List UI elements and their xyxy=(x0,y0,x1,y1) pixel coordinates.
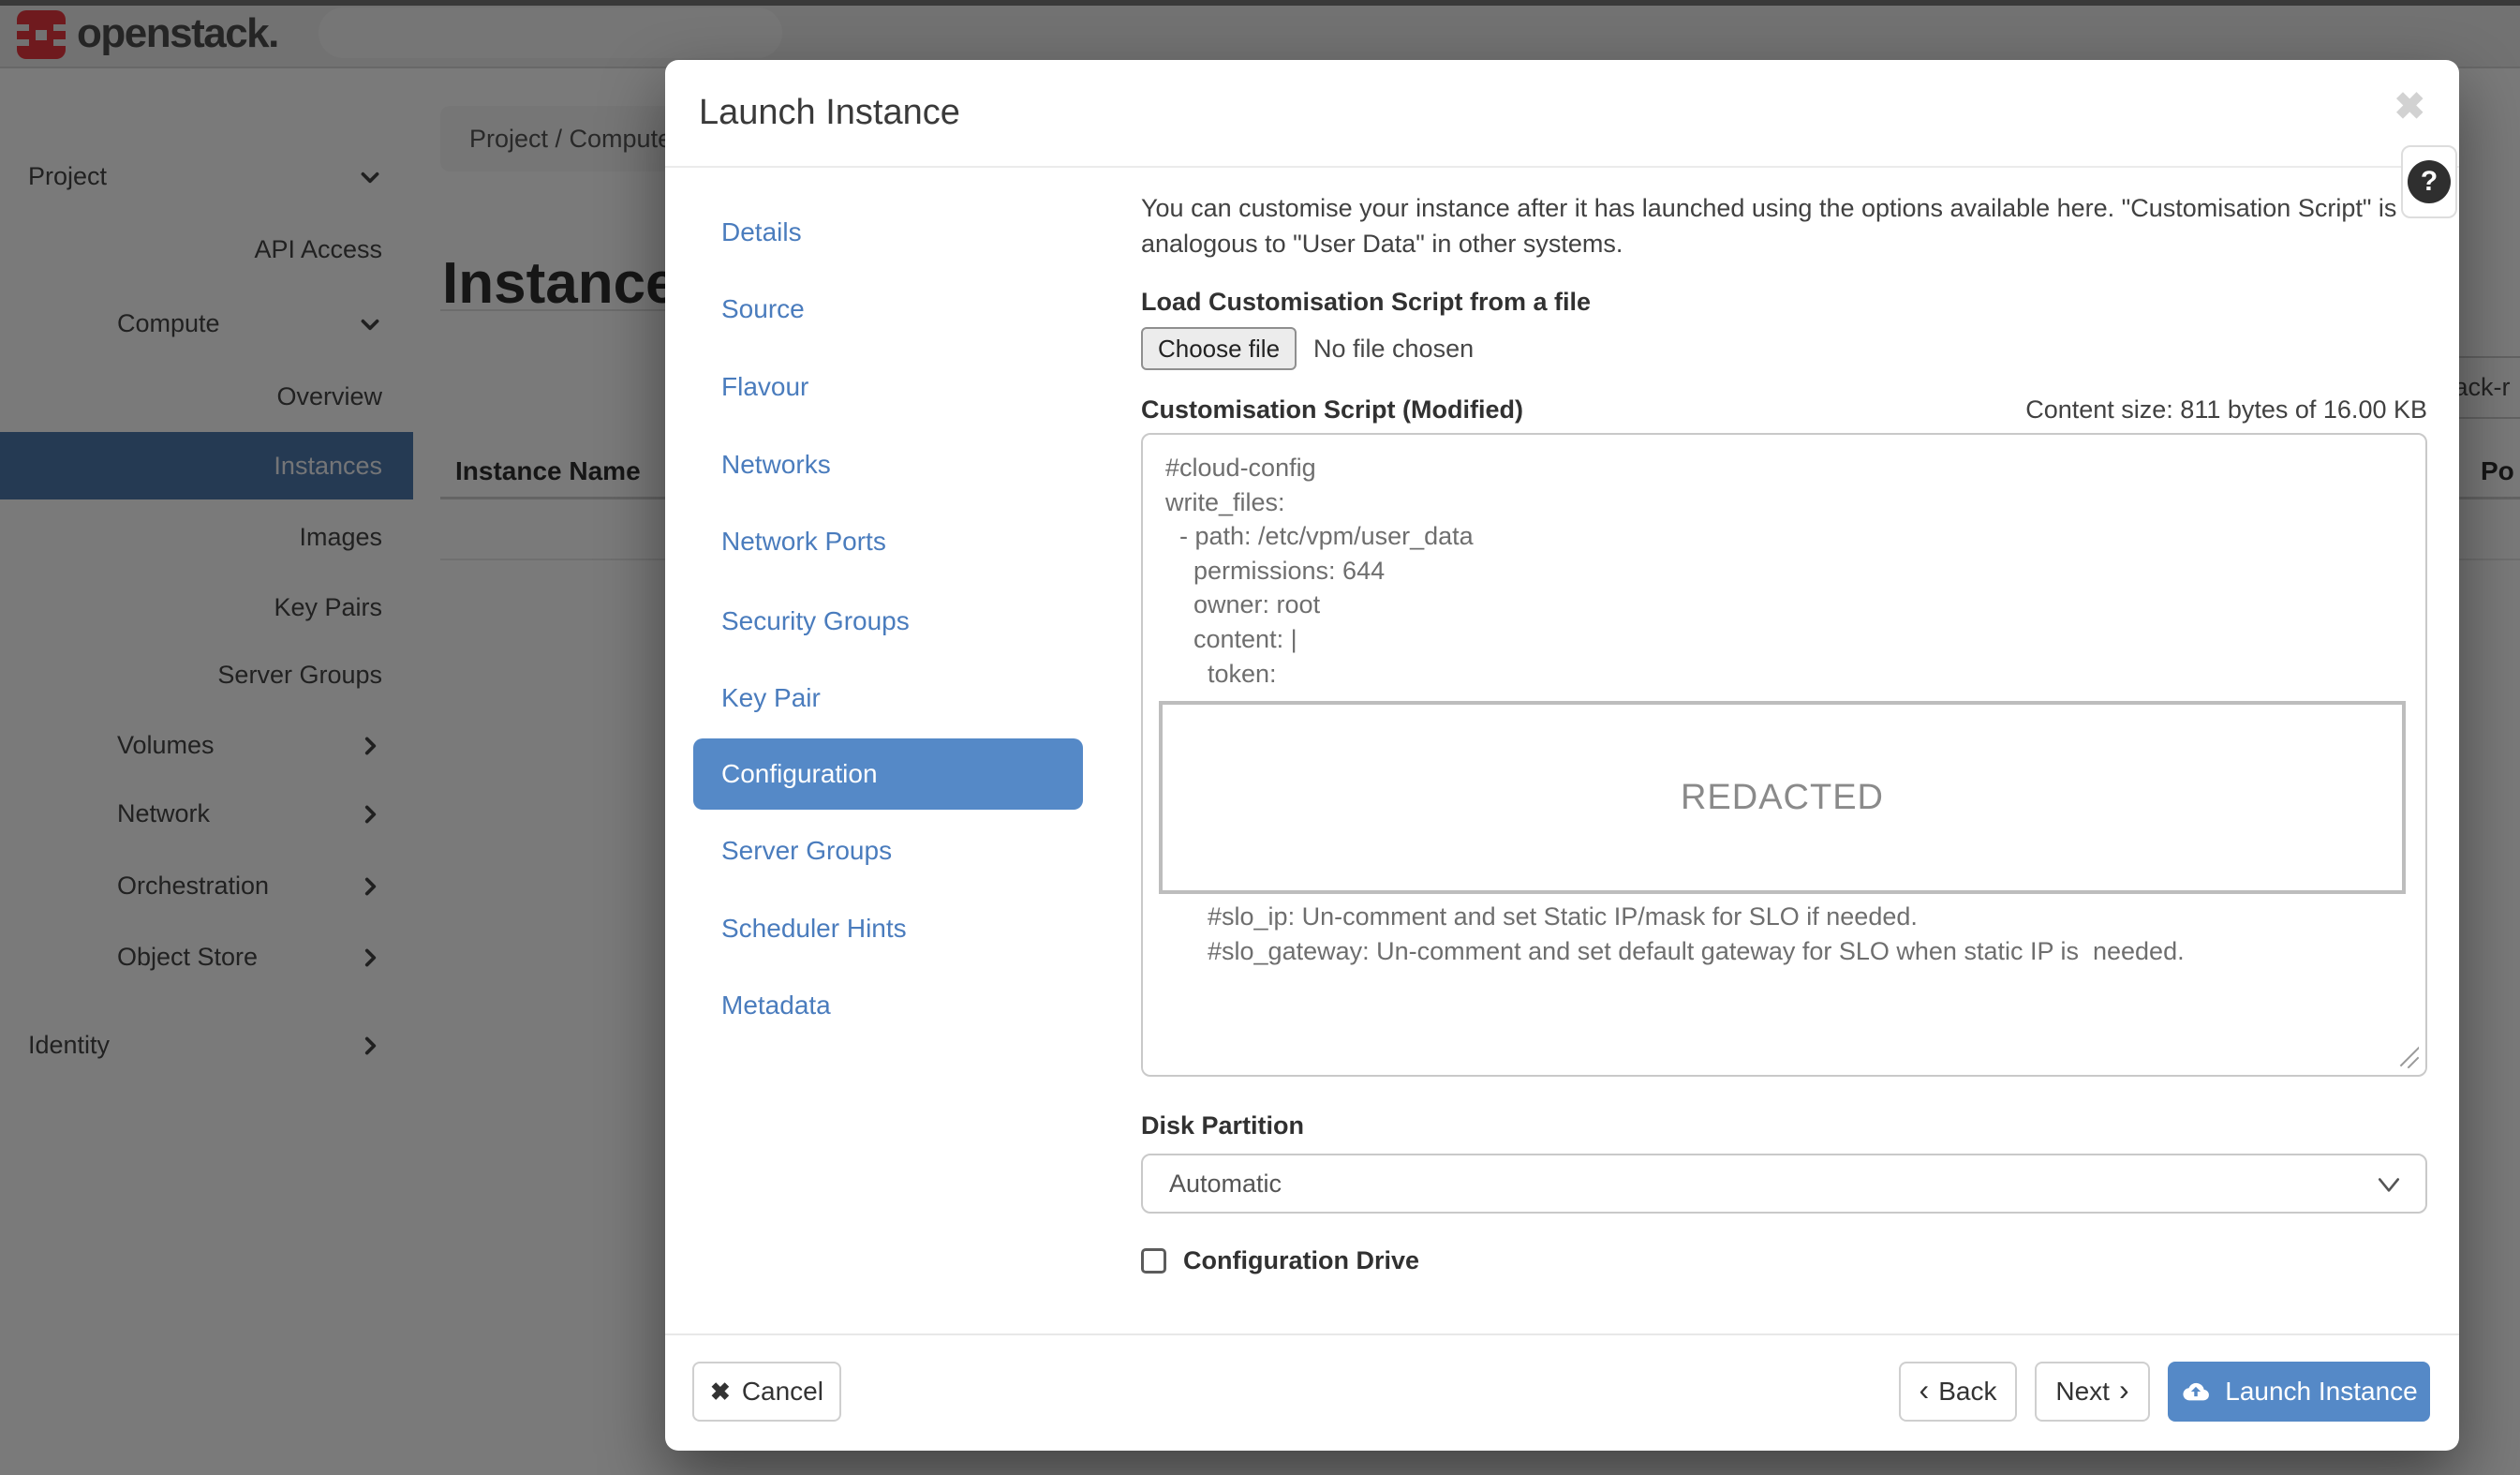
choose-file-button[interactable]: Choose file xyxy=(1141,327,1297,370)
wizard-step-metadata[interactable]: Metadata xyxy=(693,968,1083,1043)
redacted-region: REDACTED xyxy=(1159,701,2406,894)
screen: openstack. Project API Access Compute Ov… xyxy=(0,0,2520,1475)
wizard-step-security-groups[interactable]: Security Groups xyxy=(693,584,1083,659)
customisation-script-textarea[interactable]: #cloud-config write_files: - path: /etc/… xyxy=(1141,433,2427,1077)
back-button[interactable]: ‹ Back xyxy=(1899,1362,2017,1422)
modal-title: Launch Instance xyxy=(699,60,960,166)
wizard-step-network-ports[interactable]: Network Ports xyxy=(693,504,1083,579)
script-header-row: Customisation Script (Modified) Content … xyxy=(1141,395,2427,425)
close-icon[interactable]: ✖ xyxy=(2394,81,2425,133)
wizard-step-source[interactable]: Source xyxy=(693,272,1083,347)
modal-footer: ✖ Cancel ‹ Back Next › Launch Insta xyxy=(665,1333,2459,1451)
wizard-step-scheduler-hints[interactable]: Scheduler Hints xyxy=(693,891,1083,966)
cloud-upload-icon xyxy=(2180,1378,2212,1405)
footer-nav-buttons: ‹ Back Next › Launch Instance xyxy=(1899,1362,2430,1422)
wizard-step-server-groups[interactable]: Server Groups xyxy=(693,813,1083,888)
disk-partition-label: Disk Partition xyxy=(1141,1111,2427,1140)
cancel-button[interactable]: ✖ Cancel xyxy=(692,1362,841,1422)
configuration-drive-label: Configuration Drive xyxy=(1183,1246,1419,1275)
next-button[interactable]: Next › xyxy=(2035,1362,2150,1422)
wizard-step-key-pair[interactable]: Key Pair xyxy=(693,661,1083,736)
configuration-help-text: You can customise your instance after it… xyxy=(1141,190,2427,261)
wizard-step-details[interactable]: Details xyxy=(693,195,1083,270)
wizard-step-configuration[interactable]: Configuration xyxy=(693,738,1083,810)
x-icon: ✖ xyxy=(710,1378,731,1407)
chevron-down-icon xyxy=(2377,1176,2401,1195)
script-text-after: #slo_ip: Un-comment and set Static IP/ma… xyxy=(1143,894,2425,968)
launch-instance-button[interactable]: Launch Instance xyxy=(2168,1362,2430,1422)
disk-partition-value: Automatic xyxy=(1169,1170,1282,1199)
customisation-script-label: Customisation Script (Modified) xyxy=(1141,395,1523,425)
wizard-step-flavour[interactable]: Flavour xyxy=(693,350,1083,425)
content-size-text: Content size: 811 bytes of 16.00 KB xyxy=(2025,395,2427,425)
modal-header: Launch Instance ✖ xyxy=(665,60,2459,168)
configuration-drive-checkbox[interactable] xyxy=(1141,1248,1166,1274)
wizard-step-networks[interactable]: Networks xyxy=(693,427,1083,502)
launch-instance-modal: Launch Instance ✖ ? Details Source Flavo… xyxy=(665,60,2459,1451)
file-chosen-status: No file chosen xyxy=(1313,335,1474,364)
redacted-label: REDACTED xyxy=(1681,778,1884,818)
script-text-before: #cloud-config write_files: - path: /etc/… xyxy=(1143,435,2425,691)
disk-partition-select[interactable]: Automatic xyxy=(1141,1154,2427,1214)
configuration-drive-row: Configuration Drive xyxy=(1141,1246,2427,1275)
load-script-label: Load Customisation Script from a file xyxy=(1141,288,2427,317)
textarea-resize-handle[interactable] xyxy=(2394,1044,2419,1068)
file-input-row: Choose file No file chosen xyxy=(1141,326,2427,371)
